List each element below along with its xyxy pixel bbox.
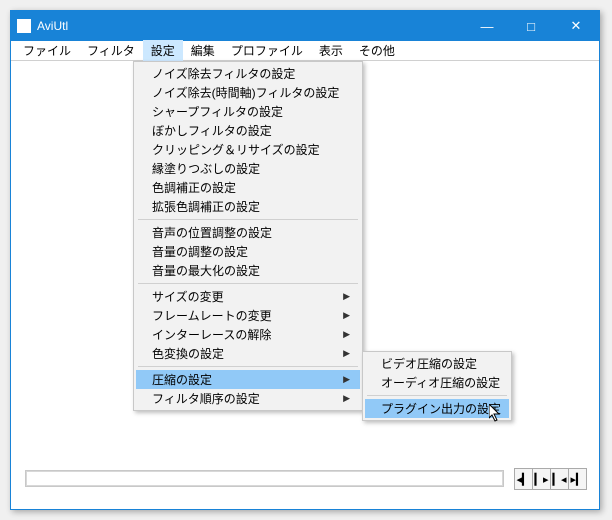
menu-separator bbox=[138, 366, 358, 367]
menubar-item-5[interactable]: 表示 bbox=[311, 40, 351, 61]
timeline-scrollbar[interactable] bbox=[25, 470, 504, 487]
menu-item[interactable]: 色変換の設定▶ bbox=[136, 344, 360, 363]
settings-menu-dropdown: ノイズ除去フィルタの設定ノイズ除去(時間軸)フィルタの設定シャープフィルタの設定… bbox=[133, 61, 363, 411]
menu-item[interactable]: ぼかしフィルタの設定 bbox=[136, 121, 360, 140]
titlebar: AviUtl — □ ✕ bbox=[11, 11, 599, 41]
menu-separator bbox=[367, 395, 507, 396]
menu-item[interactable]: 圧縮の設定▶ bbox=[136, 370, 360, 389]
menubar-item-6[interactable]: その他 bbox=[351, 40, 403, 61]
menubar: ファイルフィルタ設定編集プロファイル表示その他 bbox=[11, 41, 599, 61]
maximize-button[interactable]: □ bbox=[509, 11, 553, 41]
menu-item[interactable]: 色調補正の設定 bbox=[136, 178, 360, 197]
menu-item[interactable]: 音声の位置調整の設定 bbox=[136, 223, 360, 242]
submenu-arrow-icon: ▶ bbox=[343, 348, 350, 359]
last-frame-button[interactable]: ▸▎ bbox=[568, 468, 587, 490]
player-controls: ◂▎ ▎▸ ▎◂ ▸▎ bbox=[515, 468, 587, 490]
window-title: AviUtl bbox=[37, 19, 68, 33]
menubar-item-1[interactable]: フィルタ bbox=[79, 40, 143, 61]
scrollbar-thumb[interactable] bbox=[26, 471, 503, 486]
submenu-arrow-icon: ▶ bbox=[343, 393, 350, 404]
menu-item[interactable]: 音量の調整の設定 bbox=[136, 242, 360, 261]
menu-item[interactable]: クリッピング＆リサイズの設定 bbox=[136, 140, 360, 159]
menubar-item-0[interactable]: ファイル bbox=[15, 40, 79, 61]
menu-item[interactable]: フィルタ順序の設定▶ bbox=[136, 389, 360, 408]
app-icon bbox=[17, 19, 31, 33]
menu-separator bbox=[138, 219, 358, 220]
menu-item[interactable]: フレームレートの変更▶ bbox=[136, 306, 360, 325]
first-frame-button[interactable]: ▎◂ bbox=[550, 468, 569, 490]
menubar-item-2[interactable]: 設定 bbox=[143, 40, 183, 61]
submenu-item[interactable]: オーディオ圧縮の設定 bbox=[365, 373, 509, 392]
submenu-arrow-icon: ▶ bbox=[343, 291, 350, 302]
menu-separator bbox=[138, 283, 358, 284]
menu-item[interactable]: 音量の最大化の設定 bbox=[136, 261, 360, 280]
minimize-button[interactable]: — bbox=[465, 11, 509, 41]
compression-submenu: ビデオ圧縮の設定オーディオ圧縮の設定プラグイン出力の設定 bbox=[362, 351, 512, 421]
next-frame-button[interactable]: ▎▸ bbox=[532, 468, 551, 490]
menubar-item-3[interactable]: 編集 bbox=[183, 40, 223, 61]
menu-item[interactable]: インターレースの解除▶ bbox=[136, 325, 360, 344]
menu-item[interactable]: ノイズ除去フィルタの設定 bbox=[136, 64, 360, 83]
menu-item[interactable]: 拡張色調補正の設定 bbox=[136, 197, 360, 216]
submenu-arrow-icon: ▶ bbox=[343, 374, 350, 385]
menu-item[interactable]: シャープフィルタの設定 bbox=[136, 102, 360, 121]
submenu-item[interactable]: ビデオ圧縮の設定 bbox=[365, 354, 509, 373]
menu-item[interactable]: ノイズ除去(時間軸)フィルタの設定 bbox=[136, 83, 360, 102]
prev-frame-button[interactable]: ◂▎ bbox=[514, 468, 533, 490]
app-window: AviUtl — □ ✕ ファイルフィルタ設定編集プロファイル表示その他 ◂▎ … bbox=[10, 10, 600, 510]
close-button[interactable]: ✕ bbox=[553, 11, 599, 41]
menu-item[interactable]: サイズの変更▶ bbox=[136, 287, 360, 306]
menu-item[interactable]: 縁塗りつぶしの設定 bbox=[136, 159, 360, 178]
submenu-arrow-icon: ▶ bbox=[343, 310, 350, 321]
submenu-item[interactable]: プラグイン出力の設定 bbox=[365, 399, 509, 418]
submenu-arrow-icon: ▶ bbox=[343, 329, 350, 340]
menubar-item-4[interactable]: プロファイル bbox=[223, 40, 311, 61]
